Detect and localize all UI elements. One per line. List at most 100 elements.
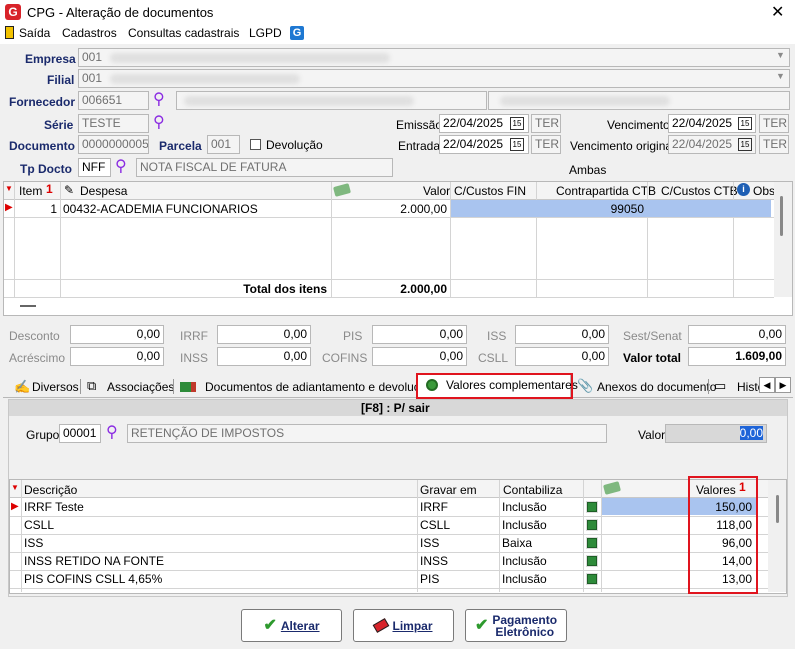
- search-icon[interactable]: ⚲: [153, 112, 165, 132]
- chevron-down-icon[interactable]: ▼: [776, 50, 785, 60]
- col-obs[interactable]: Obs: [753, 184, 775, 198]
- menu-saida[interactable]: Saída: [19, 26, 50, 40]
- highlight-tab-box: [416, 373, 573, 399]
- grid-splitter[interactable]: [20, 305, 36, 307]
- col-contabiliza[interactable]: Contabiliza: [503, 483, 562, 497]
- contabiliza-checkbox[interactable]: [586, 555, 598, 567]
- vc-descricao: ISS: [24, 536, 44, 550]
- tab-anexos[interactable]: Anexos do documento: [597, 377, 716, 397]
- devolucao-label: Devolução: [266, 138, 323, 152]
- row-pointer-icon: ▶: [11, 501, 19, 512]
- sort-marker-icon: ▼: [11, 483, 19, 492]
- help-logo-icon[interactable]: G: [290, 26, 304, 40]
- alterar-button[interactable]: ✔ Alterar: [241, 609, 342, 642]
- check-icon: ✔: [263, 616, 277, 634]
- irrf-label: IRRF: [180, 329, 208, 343]
- pis-field[interactable]: 0,00: [372, 325, 467, 344]
- csll-field[interactable]: 0,00: [515, 347, 609, 366]
- calendar-icon[interactable]: 15: [510, 138, 524, 151]
- serie-field[interactable]: TESTE: [78, 114, 149, 133]
- search-icon[interactable]: ⚲: [115, 156, 127, 176]
- irrf-field[interactable]: 0,00: [217, 325, 311, 344]
- filial-value: 001: [82, 71, 103, 85]
- devolucao-checkbox[interactable]: [250, 139, 261, 150]
- acrescimo-label: Acréscimo: [9, 351, 66, 365]
- acrescimo-field[interactable]: 0,00: [70, 347, 164, 366]
- vencimento-original-day: TER: [759, 135, 789, 154]
- valor-field[interactable]: 0,00: [665, 424, 767, 443]
- vc-contabiliza: Inclusão: [502, 500, 547, 514]
- scrollbar-thumb[interactable]: [776, 495, 779, 523]
- vc-gravar: IRRF: [420, 500, 448, 514]
- tab-anexos-icon: 📎: [577, 378, 594, 393]
- col-gravar[interactable]: Gravar em: [420, 483, 477, 497]
- col-despesa[interactable]: Despesa: [80, 184, 127, 198]
- menu-consultas[interactable]: Consultas cadastrais: [128, 26, 239, 40]
- iss-field[interactable]: 0,00: [515, 325, 609, 344]
- ambas-label: Ambas: [569, 163, 607, 177]
- calendar-icon[interactable]: 15: [510, 117, 524, 130]
- limpar-button[interactable]: Limpar: [353, 609, 454, 642]
- cofins-field[interactable]: 0,00: [372, 347, 467, 366]
- valor-total-label: Valor total: [623, 351, 682, 365]
- close-icon[interactable]: ✕: [771, 2, 784, 22]
- panel-header-label: [F8] : P/ sair: [361, 401, 430, 415]
- serie-label: Série: [44, 118, 74, 132]
- pagamento-eletronico-button[interactable]: ✔ Pagamento Eletrônico: [465, 609, 567, 642]
- scrollbar-thumb[interactable]: [780, 196, 783, 236]
- valores-grid-header: [10, 480, 768, 498]
- vc-gravar: INSS: [420, 554, 449, 568]
- col-item[interactable]: Item: [19, 184, 42, 198]
- parcela-field[interactable]: 001: [207, 135, 240, 154]
- valor-selected-text: 0,00: [739, 426, 763, 440]
- col-ccctb[interactable]: C/Custos CTB: [661, 184, 738, 198]
- iss-label: ISS: [487, 329, 507, 343]
- tab-associacoes[interactable]: Associações: [107, 377, 174, 397]
- tab-historico[interactable]: Histó: [737, 377, 759, 397]
- window-title: CPG - Alteração de documentos: [27, 5, 214, 20]
- search-icon[interactable]: ⚲: [153, 89, 165, 109]
- col-ccfin[interactable]: C/Custos FIN: [454, 184, 526, 198]
- search-icon[interactable]: ⚲: [106, 422, 118, 442]
- sest-label: Sest/Senat: [623, 329, 682, 343]
- row-despesa: 00432-ACADEMIA FUNCIONARIOS: [63, 202, 258, 216]
- menu-bar: [0, 24, 795, 44]
- contabiliza-checkbox[interactable]: [586, 519, 598, 531]
- desconto-field[interactable]: 0,00: [70, 325, 164, 344]
- grupo-field[interactable]: 00001: [59, 424, 101, 443]
- vc-gravar: PIS: [420, 572, 440, 586]
- tab-adiantamento-icon: [180, 382, 196, 392]
- vc-descricao: PIS COFINS CSLL 4,65%: [24, 572, 163, 586]
- tab-scroll-right[interactable]: ▶: [775, 377, 791, 393]
- tab-diversos[interactable]: Diversos: [32, 377, 79, 397]
- total-items-value: 2.000,00: [400, 282, 447, 296]
- vc-descricao: CSLL: [24, 518, 55, 532]
- contabiliza-checkbox[interactable]: [586, 537, 598, 549]
- contabiliza-checkbox[interactable]: [586, 573, 598, 585]
- vc-contabiliza: Inclusão: [502, 518, 547, 532]
- tpdocto-field[interactable]: NFF: [78, 158, 111, 177]
- edit-icon: ✎: [64, 183, 75, 197]
- entrada-label: Entrada: [398, 139, 441, 153]
- vc-gravar: CSLL: [420, 518, 451, 532]
- col-valor[interactable]: Valor: [423, 184, 450, 198]
- inss-field[interactable]: 0,00: [217, 347, 311, 366]
- vencimento-label: Vencimento: [607, 118, 670, 132]
- tab-scroll-left[interactable]: ◀: [759, 377, 775, 393]
- contabiliza-checkbox[interactable]: [586, 501, 598, 513]
- vc-gravar: ISS: [420, 536, 440, 550]
- menu-cadastros[interactable]: Cadastros: [62, 26, 117, 40]
- menu-lgpd[interactable]: LGPD: [249, 26, 282, 40]
- fornecedor-field[interactable]: 006651: [78, 91, 149, 110]
- items-grid-scrollbar[interactable]: [774, 182, 792, 297]
- calendar-icon[interactable]: 15: [738, 117, 752, 130]
- documento-field[interactable]: 0000000005: [78, 135, 149, 154]
- csll-label: CSLL: [478, 351, 509, 365]
- chevron-down-icon[interactable]: ▼: [776, 71, 785, 81]
- col-descricao[interactable]: Descrição: [24, 483, 77, 497]
- sest-field[interactable]: 0,00: [688, 325, 786, 344]
- tab-adiantamento[interactable]: Documentos de adiantamento e devolução: [205, 377, 433, 397]
- desconto-label: Desconto: [9, 329, 60, 343]
- col-contrapartida[interactable]: Contrapartida CTB: [556, 184, 656, 198]
- empresa-label: Empresa: [25, 52, 76, 66]
